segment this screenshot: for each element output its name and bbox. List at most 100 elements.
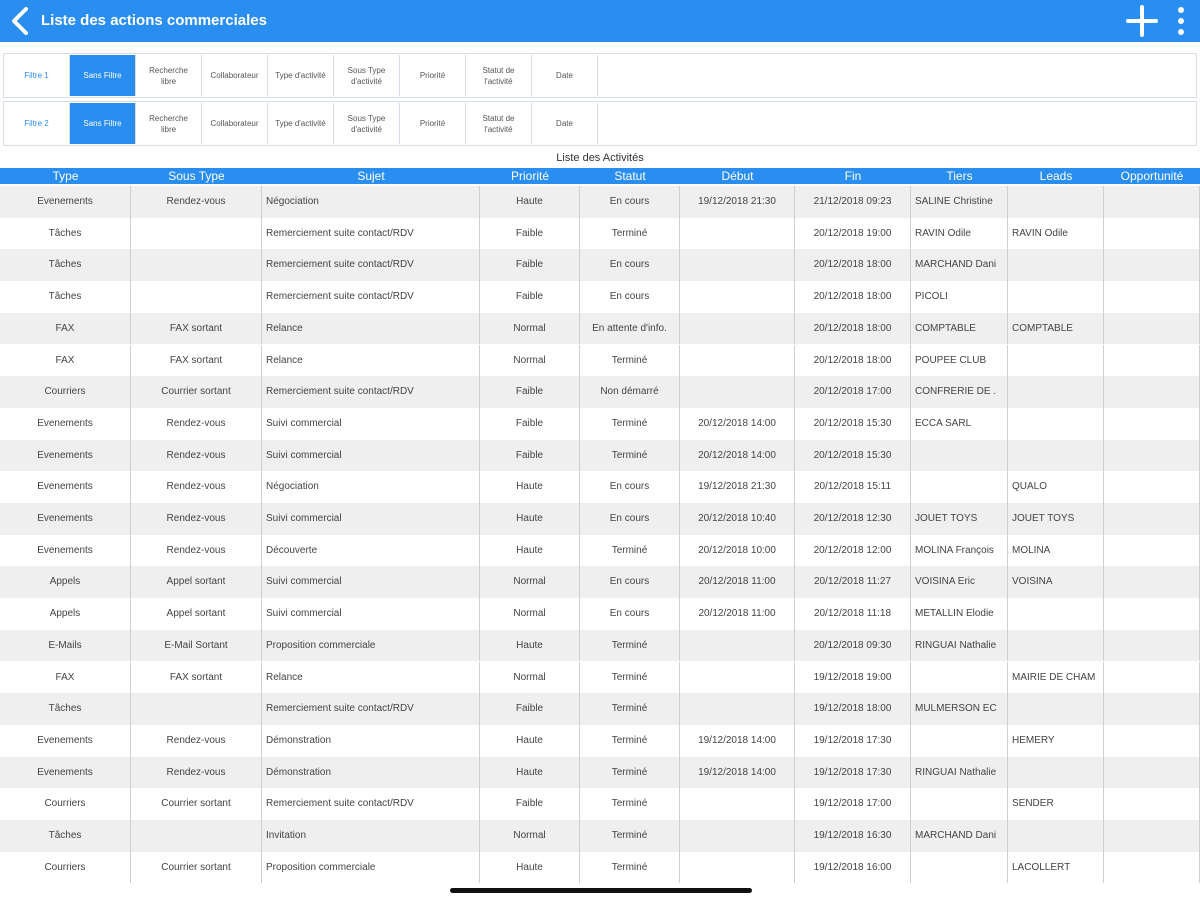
filter-1-status[interactable]: Statut de l'activité xyxy=(466,55,532,96)
table-row[interactable]: Appels Appel sortant Suivi commercial Norma… xyxy=(0,598,1200,630)
table-row[interactable]: Evenements Rendez-vous Démonstration Haute T… xyxy=(0,724,1200,757)
cell-end: 20/12/2018 15:30 xyxy=(795,407,911,440)
cell-end: 20/12/2018 19:00 xyxy=(795,217,911,250)
cell-opportunity xyxy=(1104,724,1200,757)
back-button[interactable] xyxy=(6,5,34,37)
filter-1-free-search[interactable]: Recherche libre xyxy=(136,55,202,96)
column-header-priority[interactable]: Priorité xyxy=(480,168,580,184)
cell-status: En attente d'info. xyxy=(580,312,680,345)
table-row[interactable]: Courriers Courrier sortant Remerciement su… xyxy=(0,788,1200,820)
column-header-subject[interactable]: Sujet xyxy=(262,168,480,184)
table-row[interactable]: FAX FAX sortant Relance Normal En attente d'… xyxy=(0,312,1200,345)
column-header-type[interactable]: Type xyxy=(0,168,131,184)
filter-1-activity-subtype[interactable]: Sous Type d'activité xyxy=(334,55,400,96)
table-row[interactable]: Tâches Remerciement suite contact/RDV Faib… xyxy=(0,249,1200,282)
filter-2-activity-subtype[interactable]: Sous Type d'activité xyxy=(334,103,400,144)
activity-table-body[interactable]: Evenements Rendez-vous Négociation Haute En … xyxy=(0,186,1200,900)
cell-subject: Relance xyxy=(262,344,480,377)
cell-leads: RAVIN Odile xyxy=(1008,217,1104,250)
cell-subtype: E-Mail Sortant xyxy=(131,629,262,662)
filter-1-collaborator[interactable]: Collaborateur xyxy=(202,55,268,96)
cell-status: Terminé xyxy=(580,439,680,472)
cell-priority: Haute xyxy=(480,186,580,218)
cell-status: Terminé xyxy=(580,629,680,662)
filter-2-free-search[interactable]: Recherche libre xyxy=(136,103,202,144)
cell-subject: Relance xyxy=(262,312,480,345)
cell-type: Tâches xyxy=(0,820,131,852)
filter-2-date[interactable]: Date xyxy=(532,103,598,144)
cell-third-party: MARCHAND Dani xyxy=(911,249,1008,282)
home-indicator[interactable] xyxy=(450,888,752,893)
filter-1-date[interactable]: Date xyxy=(532,55,598,96)
cell-type: Courriers xyxy=(0,788,131,820)
cell-start xyxy=(680,820,795,852)
cell-start: 19/12/2018 14:00 xyxy=(680,756,795,789)
column-header-subtype[interactable]: Sous Type xyxy=(131,168,262,184)
cell-priority: Haute xyxy=(480,534,580,567)
filter-2-status[interactable]: Statut de l'activité xyxy=(466,103,532,144)
table-row[interactable]: Courriers Courrier sortant Proposition com… xyxy=(0,851,1200,884)
table-row[interactable]: E-Mails E-Mail Sortant Proposition commerc… xyxy=(0,629,1200,662)
filter-2-no-filter[interactable]: Sans Filtre xyxy=(70,103,136,144)
filter-2-label[interactable]: Filtre 2 xyxy=(4,103,70,144)
table-row[interactable]: FAX FAX sortant Relance Normal Terminé 19/12/… xyxy=(0,661,1200,694)
cell-leads: MOLINA xyxy=(1008,534,1104,567)
cell-leads xyxy=(1008,186,1104,218)
table-row[interactable]: Courriers Courrier sortant Remerciement su… xyxy=(0,376,1200,408)
cell-type: Tâches xyxy=(0,217,131,250)
table-row[interactable]: Evenements Rendez-vous Suivi commercial Fai… xyxy=(0,407,1200,440)
cell-status: Non démarré xyxy=(580,376,680,408)
column-header-status[interactable]: Statut xyxy=(580,168,680,184)
filter-1-activity-type[interactable]: Type d'activité xyxy=(268,55,334,96)
cell-status: En cours xyxy=(580,566,680,599)
cell-end: 20/12/2018 15:11 xyxy=(795,471,911,503)
table-row[interactable]: Evenements Rendez-vous Négociation Haute En … xyxy=(0,471,1200,503)
table-row[interactable]: Tâches Remerciement suite contact/RDV Faib… xyxy=(0,281,1200,313)
column-header-end[interactable]: Fin xyxy=(795,168,911,184)
table-row[interactable]: Tâches Remerciement suite contact/RDV Faib… xyxy=(0,217,1200,250)
table-row[interactable]: Evenements Rendez-vous Démonstration Haute T… xyxy=(0,756,1200,789)
table-row[interactable]: Evenements Rendez-vous Suivi commercial Hau… xyxy=(0,503,1200,535)
cell-subtype: FAX sortant xyxy=(131,344,262,377)
cell-priority: Normal xyxy=(480,820,580,852)
add-button[interactable] xyxy=(1125,4,1159,38)
cell-end: 20/12/2018 15:30 xyxy=(795,439,911,472)
cell-priority: Haute xyxy=(480,471,580,503)
column-header-third-party[interactable]: Tiers xyxy=(911,168,1008,184)
table-row[interactable]: Appels Appel sortant Suivi commercial Norma… xyxy=(0,566,1200,599)
filter-2-priority[interactable]: Priorité xyxy=(400,103,466,144)
cell-subtype xyxy=(131,820,262,852)
cell-third-party xyxy=(911,661,1008,694)
list-title: Liste des Activités xyxy=(556,152,644,164)
filter-1-label[interactable]: Filtre 1 xyxy=(4,55,70,96)
table-row[interactable]: Evenements Rendez-vous Négociation Haute En … xyxy=(0,186,1200,218)
cell-opportunity xyxy=(1104,598,1200,630)
cell-subject: Suivi commercial xyxy=(262,407,480,440)
filter-1-priority[interactable]: Priorité xyxy=(400,55,466,96)
column-header-leads[interactable]: Leads xyxy=(1008,168,1104,184)
column-header-start[interactable]: Début xyxy=(680,168,795,184)
cell-subject: Invitation xyxy=(262,820,480,852)
cell-type: Courriers xyxy=(0,376,131,408)
table-row[interactable]: Tâches Invitation Normal Terminé 19/12/2018 … xyxy=(0,820,1200,852)
cell-start xyxy=(680,788,795,820)
cell-opportunity xyxy=(1104,566,1200,599)
filter-1-no-filter[interactable]: Sans Filtre xyxy=(70,55,136,96)
more-menu-button[interactable] xyxy=(1174,4,1188,38)
cell-end: 20/12/2018 12:30 xyxy=(795,503,911,535)
filter-2-collaborator[interactable]: Collaborateur xyxy=(202,103,268,144)
cell-type: Evenements xyxy=(0,503,131,535)
filter-2-activity-type[interactable]: Type d'activité xyxy=(268,103,334,144)
cell-leads xyxy=(1008,629,1104,662)
column-header-opportunity[interactable]: Opportunité xyxy=(1104,168,1200,184)
table-row[interactable]: Tâches Remerciement suite contact/RDV Faib… xyxy=(0,693,1200,725)
cell-priority: Faible xyxy=(480,376,580,408)
table-row[interactable]: Evenements Rendez-vous Découverte Haute Term… xyxy=(0,534,1200,567)
cell-subject: Suivi commercial xyxy=(262,503,480,535)
cell-end: 19/12/2018 16:30 xyxy=(795,820,911,852)
table-row[interactable]: FAX FAX sortant Relance Normal Terminé 20/12/… xyxy=(0,344,1200,377)
cell-status: Terminé xyxy=(580,534,680,567)
cell-subject: Relance xyxy=(262,661,480,694)
table-row[interactable]: Evenements Rendez-vous Suivi commercial Fai… xyxy=(0,439,1200,472)
cell-status: Terminé xyxy=(580,661,680,694)
